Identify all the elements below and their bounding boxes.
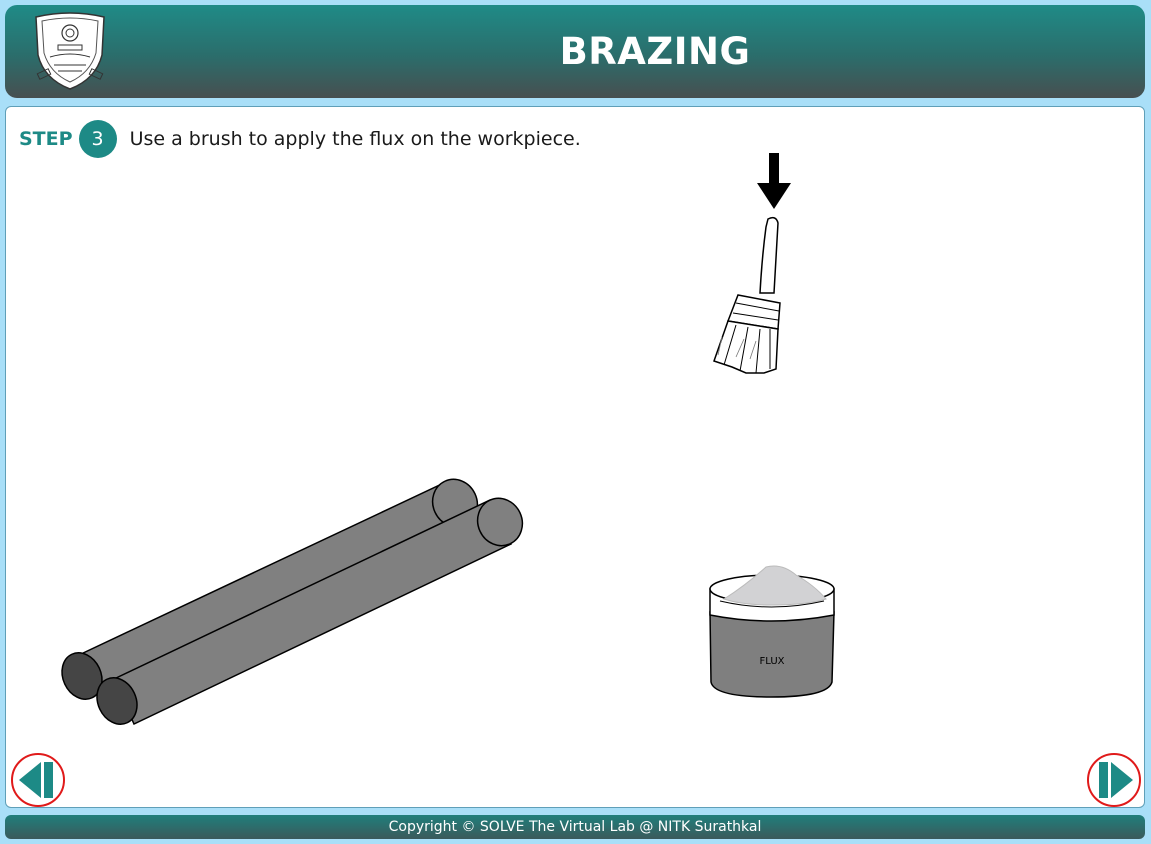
footer-copyright: Copyright © SOLVE The Virtual Lab @ NITK… <box>5 815 1145 839</box>
simulation-panel: STEP 3 Use a brush to apply the flux on … <box>5 106 1145 808</box>
workpiece-rod-front[interactable] <box>90 491 530 731</box>
flux-label: FLUX <box>760 656 785 667</box>
header-bar: BRAZING <box>5 5 1145 98</box>
next-step-button[interactable] <box>1087 753 1141 807</box>
previous-step-button[interactable] <box>11 753 65 807</box>
next-step-icon <box>1099 762 1133 798</box>
flux-jar[interactable]: FLUX <box>709 565 835 698</box>
brazing-scene: FLUX <box>55 153 835 731</box>
workpiece-rod-back[interactable] <box>55 472 485 706</box>
previous-step-icon <box>19 762 53 798</box>
brush-tool[interactable] <box>713 216 781 374</box>
down-arrow-icon <box>757 153 791 209</box>
page-title: BRAZING <box>559 30 751 73</box>
